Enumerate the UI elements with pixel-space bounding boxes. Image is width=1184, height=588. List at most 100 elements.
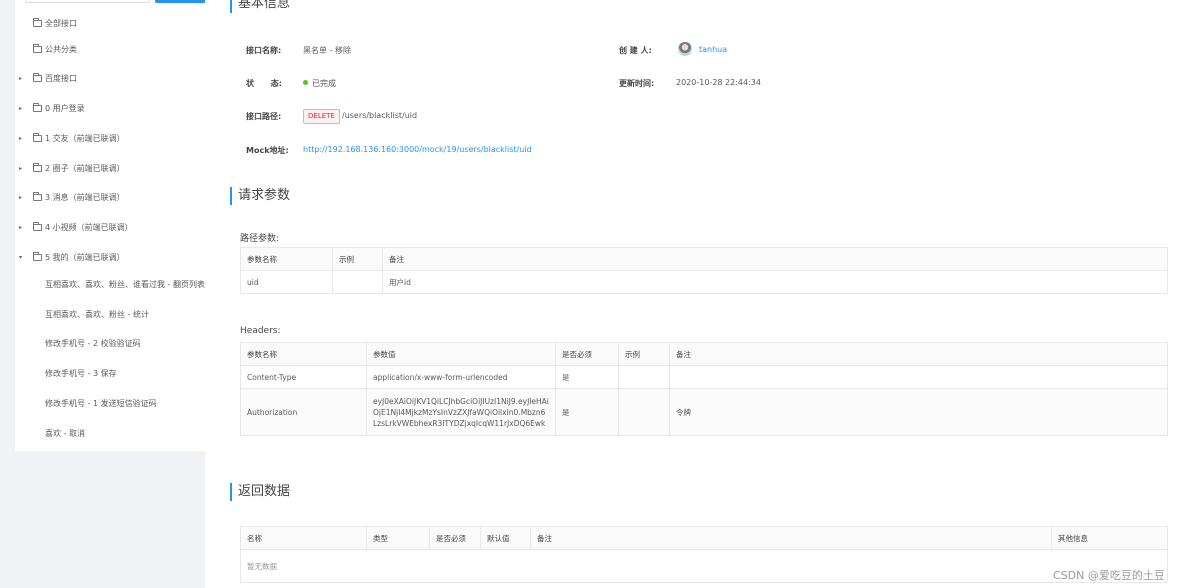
- folder-icon: [33, 192, 42, 201]
- column-header: 参数名称: [240, 247, 333, 271]
- column-header: 示例: [618, 342, 670, 366]
- table-cell: [669, 365, 1168, 389]
- sidebar-item[interactable]: ▸ 0 用户登录: [19, 99, 85, 119]
- search-input[interactable]: [25, 0, 150, 3]
- sidebar-item-label: 喜欢 - 取消: [45, 429, 85, 438]
- caret-right-icon[interactable]: ▸: [19, 129, 22, 149]
- column-header: 备注: [382, 247, 1168, 271]
- table-cell: [332, 270, 383, 294]
- column-header: 备注: [530, 526, 1052, 550]
- sidebar-item[interactable]: ▾ 5 我的（前端已联调）: [19, 248, 125, 268]
- sidebar-gap: [205, 0, 215, 588]
- avatar[interactable]: [678, 42, 692, 56]
- table-cell: [618, 388, 670, 436]
- table-header-row: 参数名称 参数值 是否必须 示例 备注: [240, 342, 1168, 366]
- folder-icon: [33, 163, 42, 172]
- folder-icon: [33, 133, 42, 142]
- main-content: 基本信息 接口名称: 黑名单 - 移除 创 建 人: tanhua 状 态: 已…: [215, 0, 1184, 588]
- sidebar: 全部接口 公共分类 ▸ 百度接口 ▸ 0 用户登录 ▸ 1 交友（前端已联调） ▸ 2 圈子（前端…: [15, 0, 205, 451]
- empty-row: 暂无数据: [240, 549, 1168, 583]
- sidebar-bottom-background: [15, 451, 205, 588]
- creator-link[interactable]: tanhua: [699, 45, 727, 54]
- sidebar-item[interactable]: ▸ 3 消息（前端已联调）: [19, 188, 125, 208]
- mock-address-link[interactable]: http://192.168.136.160:3000/mock/19/user…: [303, 145, 532, 154]
- sidebar-item-label: 1 交友（前端已联调）: [45, 134, 125, 143]
- sidebar-item[interactable]: 公共分类: [33, 40, 77, 60]
- sidebar-item[interactable]: 喜欢 - 取消: [45, 424, 85, 444]
- section-title-request-params: 请求参数: [230, 187, 290, 205]
- sidebar-item[interactable]: ▸ 1 交友（前端已联调）: [19, 129, 125, 149]
- sidebar-item-label: 5 我的（前端已联调）: [45, 253, 125, 262]
- caret-right-icon[interactable]: ▸: [19, 99, 22, 119]
- table-row: Content-Type application/x-www-form-urle…: [240, 365, 1168, 389]
- caret-down-icon[interactable]: ▾: [19, 248, 22, 268]
- caret-right-icon[interactable]: ▸: [19, 159, 22, 179]
- column-header: 备注: [669, 342, 1168, 366]
- headers-label: Headers:: [240, 326, 281, 336]
- updated-time-label: 更新时间:: [619, 79, 655, 88]
- sidebar-item[interactable]: 全部接口: [33, 14, 77, 34]
- sidebar-item-label: 公共分类: [45, 45, 77, 54]
- caret-right-icon[interactable]: ▸: [19, 218, 22, 238]
- sidebar-item-label: 互相喜欢、喜欢、粉丝、谁看过我 - 翻页列表: [45, 280, 205, 289]
- caret-right-icon[interactable]: ▸: [19, 69, 22, 89]
- path-params-table: 参数名称 示例 备注 uid 用户id: [240, 247, 1168, 294]
- sidebar-item-label: 0 用户登录: [45, 104, 85, 113]
- table-row: uid 用户id: [240, 270, 1168, 294]
- sidebar-item-label: 互相喜欢、喜欢、粉丝 - 统计: [45, 310, 149, 319]
- status-label: 状 态:: [246, 79, 282, 88]
- table-cell: Authorization: [240, 388, 367, 436]
- sidebar-item[interactable]: 修改手机号 - 3 保存: [45, 364, 117, 384]
- table-row: Authorization eyJ0eXAiOiJKV1QiLCJhbGciOi…: [240, 388, 1168, 436]
- sidebar-item-label: 3 消息（前端已联调）: [45, 193, 125, 202]
- status-text: 已完成: [312, 79, 336, 88]
- sidebar-item-label: 修改手机号 - 1 发送短信验证码: [45, 399, 157, 408]
- table-cell: 用户id: [382, 270, 1168, 294]
- column-header: 参数名称: [240, 342, 367, 366]
- table-header-row: 名称 类型 是否必须 默认值 备注 其他信息: [240, 526, 1168, 550]
- response-table: 名称 类型 是否必须 默认值 备注 其他信息 暂无数据: [240, 526, 1168, 583]
- column-header: 示例: [332, 247, 383, 271]
- folder-icon: [33, 18, 42, 27]
- folder-icon: [33, 252, 42, 261]
- method-tag: DELETE: [303, 109, 340, 124]
- sidebar-item[interactable]: 修改手机号 - 2 校验验证码: [45, 334, 141, 354]
- section-title-response-data: 返回数据: [230, 483, 290, 501]
- folder-icon: [33, 44, 42, 53]
- sidebar-item-label: 修改手机号 - 2 校验验证码: [45, 339, 141, 348]
- headers-table: 参数名称 参数值 是否必须 示例 备注 Content-Type applica…: [240, 342, 1168, 436]
- sidebar-item[interactable]: 互相喜欢、喜欢、粉丝、谁看过我 - 翻页列表: [45, 275, 205, 295]
- table-header-row: 参数名称 示例 备注: [240, 247, 1168, 271]
- sidebar-item-label: 全部接口: [45, 19, 77, 28]
- column-header: 名称: [240, 526, 367, 550]
- folder-icon: [33, 73, 42, 82]
- table-cell: 是: [555, 365, 619, 389]
- sidebar-item-label: 2 圈子（前端已联调）: [45, 164, 125, 173]
- empty-data-text: 暂无数据: [240, 549, 1168, 583]
- table-cell: application/x-www-form-urlencoded: [366, 365, 556, 389]
- folder-icon: [33, 103, 42, 112]
- add-category-button[interactable]: [155, 0, 205, 3]
- column-header: 类型: [366, 526, 430, 550]
- sidebar-item[interactable]: ▸ 2 圈子（前端已联调）: [19, 159, 125, 179]
- sidebar-item[interactable]: ▸ 百度接口: [19, 69, 77, 89]
- table-cell: [618, 365, 670, 389]
- table-cell: 是: [555, 388, 619, 436]
- section-title-basic-info: 基本信息: [230, 0, 290, 13]
- interface-name-label: 接口名称:: [246, 46, 282, 55]
- sidebar-item[interactable]: ▸ 4 小视频（前端已联调）: [19, 218, 133, 238]
- table-cell: eyJ0eXAiOiJKV1QiLCJhbGciOiJIUzI1NiJ9.eyJ…: [366, 388, 556, 436]
- left-background: [0, 0, 15, 588]
- sidebar-item[interactable]: 修改手机号 - 1 发送短信验证码: [45, 394, 157, 414]
- interface-path-value: /users/blacklist/uid: [342, 111, 418, 120]
- interface-name-value: 黑名单 - 移除: [303, 46, 351, 55]
- table-cell: uid: [240, 270, 333, 294]
- column-header: 是否必须: [555, 342, 619, 366]
- column-header: 参数值: [366, 342, 556, 366]
- status-dot-icon: [303, 80, 308, 85]
- caret-right-icon[interactable]: ▸: [19, 188, 22, 208]
- sidebar-item[interactable]: 互相喜欢、喜欢、粉丝 - 统计: [45, 305, 149, 325]
- interface-path-label: 接口路径:: [246, 112, 282, 121]
- table-cell: Content-Type: [240, 365, 367, 389]
- column-header: 默认值: [480, 526, 531, 550]
